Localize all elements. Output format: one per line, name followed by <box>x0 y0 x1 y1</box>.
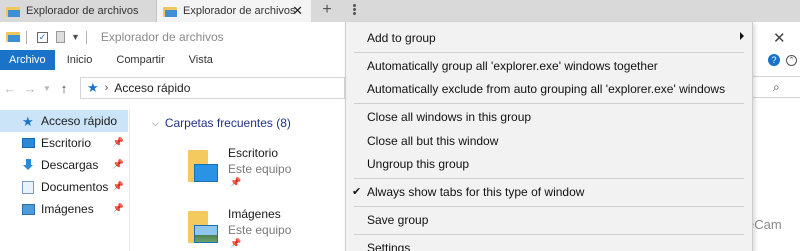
customize-toolbar-icon[interactable]: ▼ <box>71 32 80 42</box>
folder-icon <box>6 31 20 43</box>
desktop-icon <box>22 137 36 150</box>
menu-item-save-group[interactable]: Save group <box>346 208 752 231</box>
menu-item-label: Add to group <box>367 30 436 45</box>
menu-item-label: Automatically group all 'explorer.exe' w… <box>367 58 658 73</box>
menu-separator <box>354 234 744 235</box>
address-bar[interactable]: ★ › Acceso rápido <box>80 77 345 99</box>
up-arrow-icon[interactable]: ↑ <box>54 81 74 96</box>
menu-item-settings[interactable]: Settings <box>346 236 752 251</box>
quick-access-star-icon: ★ <box>22 113 34 129</box>
ribbon-tab-inicio[interactable]: Inicio <box>55 50 105 70</box>
menu-item-label: Ungroup this group <box>367 156 470 171</box>
group-header-label: Carpetas frecuentes (8) <box>164 116 291 130</box>
folder-escritorio-icon[interactable]: 📌 <box>188 150 241 187</box>
close-tab-icon[interactable]: ✕ <box>292 3 303 19</box>
pin-icon: 📌 <box>112 159 124 169</box>
nav-item-acceso-rapido[interactable]: ★ Acceso rápido <box>0 110 128 132</box>
menu-item-label: Automatically exclude from auto grouping… <box>367 81 726 96</box>
menu-separator <box>354 103 744 104</box>
recent-locations-icon[interactable]: ▼ <box>40 84 54 93</box>
breadcrumb-location[interactable]: Acceso rápido <box>114 81 190 95</box>
pin-icon: 📌 <box>230 238 242 248</box>
toolbar-divider <box>85 30 87 44</box>
search-icon: ⌕ <box>773 80 780 94</box>
window-title: Explorador de archivos <box>100 30 224 44</box>
menu-item-close-all-but-this[interactable]: Close all but this window <box>346 129 752 152</box>
menu-item-ungroup[interactable]: Ungroup this group <box>346 152 752 175</box>
menu-item-add-to-group[interactable]: Add to group <box>346 26 752 49</box>
toolbar-divider <box>26 30 27 44</box>
ribbon-tab-vista[interactable]: Vista <box>177 50 225 70</box>
nav-item-label: Imágenes <box>41 202 94 216</box>
documents-icon <box>22 180 36 194</box>
submenu-arrow-icon <box>740 32 744 40</box>
ribbon-tabs: Archivo Inicio Compartir Vista <box>0 50 345 70</box>
navigation-bar: ← → ▼ ↑ ★ › Acceso rápido <box>0 76 345 100</box>
menu-item-label: Always show tabs for this type of window <box>367 184 585 199</box>
pin-icon: 📌 <box>112 203 124 213</box>
ribbon-tab-archivo[interactable]: Archivo <box>0 50 55 70</box>
expand-ribbon-icon[interactable]: ⌃ <box>786 55 797 66</box>
breadcrumb-chevron-icon[interactable]: › <box>105 82 109 94</box>
chevron-down-icon: ⌵ <box>152 117 159 128</box>
downloads-icon <box>22 158 36 172</box>
nav-item-escritorio[interactable]: Escritorio 📌 <box>0 132 128 154</box>
folder-location: Este equipo <box>228 162 292 176</box>
tab-context-menu: Add to group Automatically group all 'ex… <box>345 22 753 251</box>
help-icon[interactable]: ? <box>768 54 780 66</box>
close-window-icon[interactable]: ✕ <box>773 29 786 47</box>
back-arrow-icon[interactable]: ← <box>0 81 20 96</box>
nav-item-documentos[interactable]: Documentos 📌 <box>0 176 128 198</box>
quick-access-toolbar: ✓ ▼ Explorador de archivos <box>0 25 345 49</box>
tab-label: Explorador de archivos <box>183 5 296 17</box>
tab-strip: Explorador de archivos Explorador de arc… <box>0 0 800 22</box>
menu-separator <box>354 178 744 179</box>
tab-explorer-2[interactable]: Explorador de archivos ✕ <box>157 0 311 22</box>
nav-item-label: Acceso rápido <box>41 114 118 128</box>
pictures-icon <box>22 203 36 216</box>
nav-item-label: Escritorio <box>41 136 92 150</box>
folder-icon <box>6 6 20 17</box>
menu-item-auto-group[interactable]: Automatically group all 'explorer.exe' w… <box>346 54 752 77</box>
navigation-pane: ★ Acceso rápido Escritorio 📌 Descargas 📌… <box>0 110 128 251</box>
nav-item-label: Descargas <box>41 158 99 172</box>
menu-separator <box>354 52 744 53</box>
properties-checkbox-icon[interactable]: ✓ <box>37 31 48 43</box>
tab-menu-icon[interactable] <box>346 3 362 19</box>
menu-item-label: Close all windows in this group <box>367 109 532 124</box>
menu-item-label: Settings <box>367 240 411 251</box>
forward-arrow-icon[interactable]: → <box>20 81 40 96</box>
menu-separator <box>354 206 744 207</box>
new-folder-icon[interactable] <box>56 31 65 43</box>
folder-name[interactable]: Escritorio <box>228 146 278 160</box>
ribbon-tab-compartir[interactable]: Compartir <box>104 50 176 70</box>
pin-icon: 📌 <box>230 177 242 187</box>
folder-name[interactable]: Imágenes <box>228 207 281 221</box>
nav-item-label: Documentos <box>41 180 109 194</box>
pane-divider <box>129 110 130 251</box>
folder-icon <box>163 6 177 17</box>
folder-imagenes-icon[interactable]: 📌 <box>188 211 241 248</box>
menu-item-auto-exclude[interactable]: Automatically exclude from auto grouping… <box>346 77 752 100</box>
new-tab-button[interactable]: + <box>318 1 336 19</box>
menu-item-label: Save group <box>367 212 429 227</box>
tab-explorer-1[interactable]: Explorador de archivos <box>0 0 157 22</box>
nav-item-imagenes[interactable]: Imágenes 📌 <box>0 198 128 220</box>
tab-label: Explorador de archivos <box>26 5 139 17</box>
checkmark-icon: ✔ <box>352 186 362 198</box>
pin-icon: 📌 <box>112 181 124 191</box>
folder-location: Este equipo <box>228 223 292 237</box>
nav-item-descargas[interactable]: Descargas 📌 <box>0 154 128 176</box>
quick-access-star-icon: ★ <box>87 80 99 95</box>
group-header-frequent-folders[interactable]: ⌵ Carpetas frecuentes (8) <box>152 116 291 130</box>
menu-item-label: Close all but this window <box>367 133 499 148</box>
menu-item-close-all-in-group[interactable]: Close all windows in this group <box>346 105 752 128</box>
menu-item-always-show-tabs[interactable]: ✔ Always show tabs for this type of wind… <box>346 180 752 203</box>
pin-icon: 📌 <box>112 137 124 147</box>
